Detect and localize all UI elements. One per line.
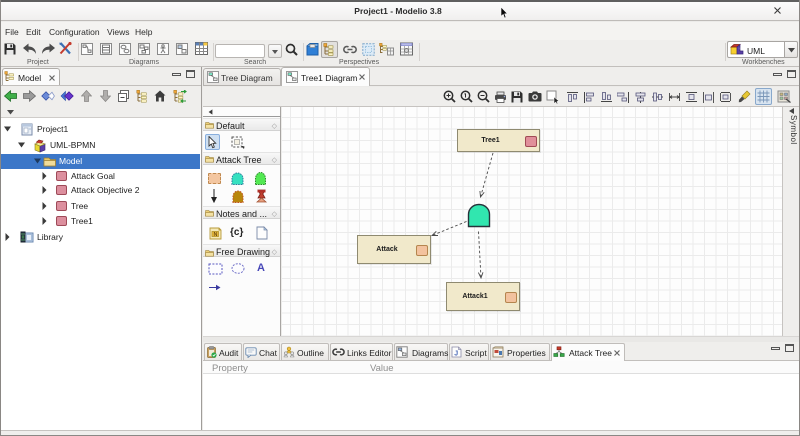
svg-text:N: N [214,232,218,238]
svg-text:J: J [454,351,458,358]
